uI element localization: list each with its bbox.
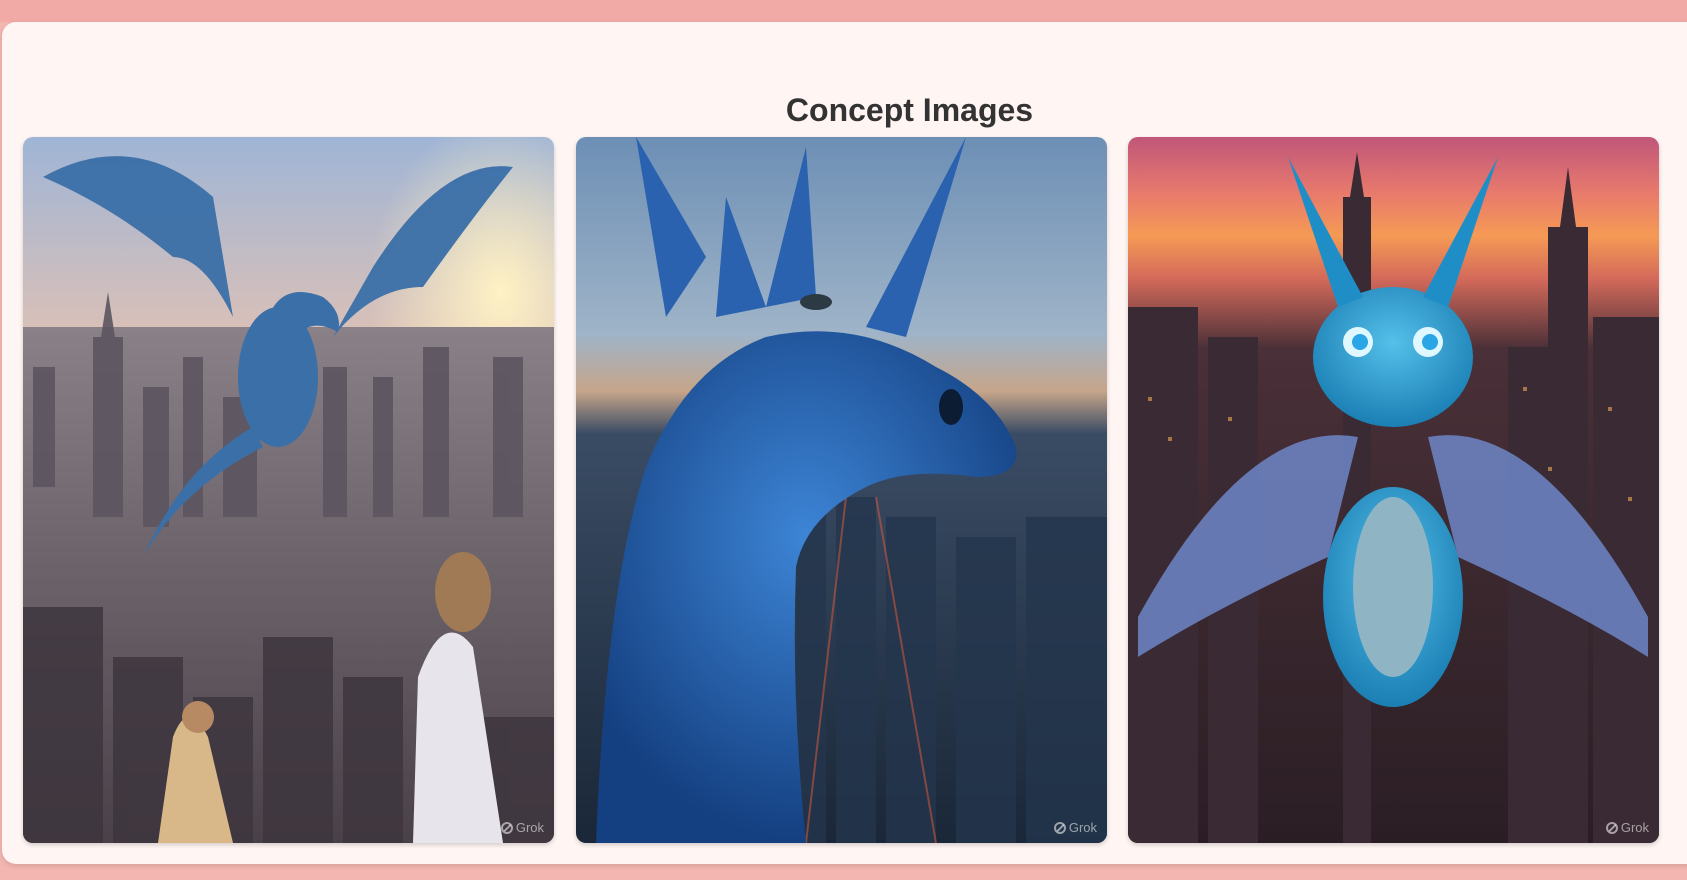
watermark-text: Grok [1068, 820, 1097, 835]
grok-watermark: Grok [500, 820, 544, 835]
concept-image-dragon-closeup [576, 137, 1107, 843]
top-band [0, 0, 1687, 22]
grok-logo-icon [1605, 821, 1618, 834]
grok-logo-icon [500, 821, 513, 834]
grok-logo-icon [1053, 821, 1066, 834]
concept-image-card[interactable]: Grok [1128, 137, 1659, 843]
section-title: Concept Images [785, 92, 1034, 128]
concept-image-cute-dragon [1128, 137, 1659, 843]
image-gallery: Grok Grok Grok [23, 137, 1661, 843]
watermark-text: Grok [515, 820, 544, 835]
concept-image-dragon-over-city [23, 137, 554, 843]
concept-image-card[interactable]: Grok [576, 137, 1107, 843]
watermark-text: Grok [1620, 820, 1649, 835]
grok-watermark: Grok [1605, 820, 1649, 835]
grok-watermark: Grok [1053, 820, 1097, 835]
concept-image-card[interactable]: Grok [23, 137, 554, 843]
